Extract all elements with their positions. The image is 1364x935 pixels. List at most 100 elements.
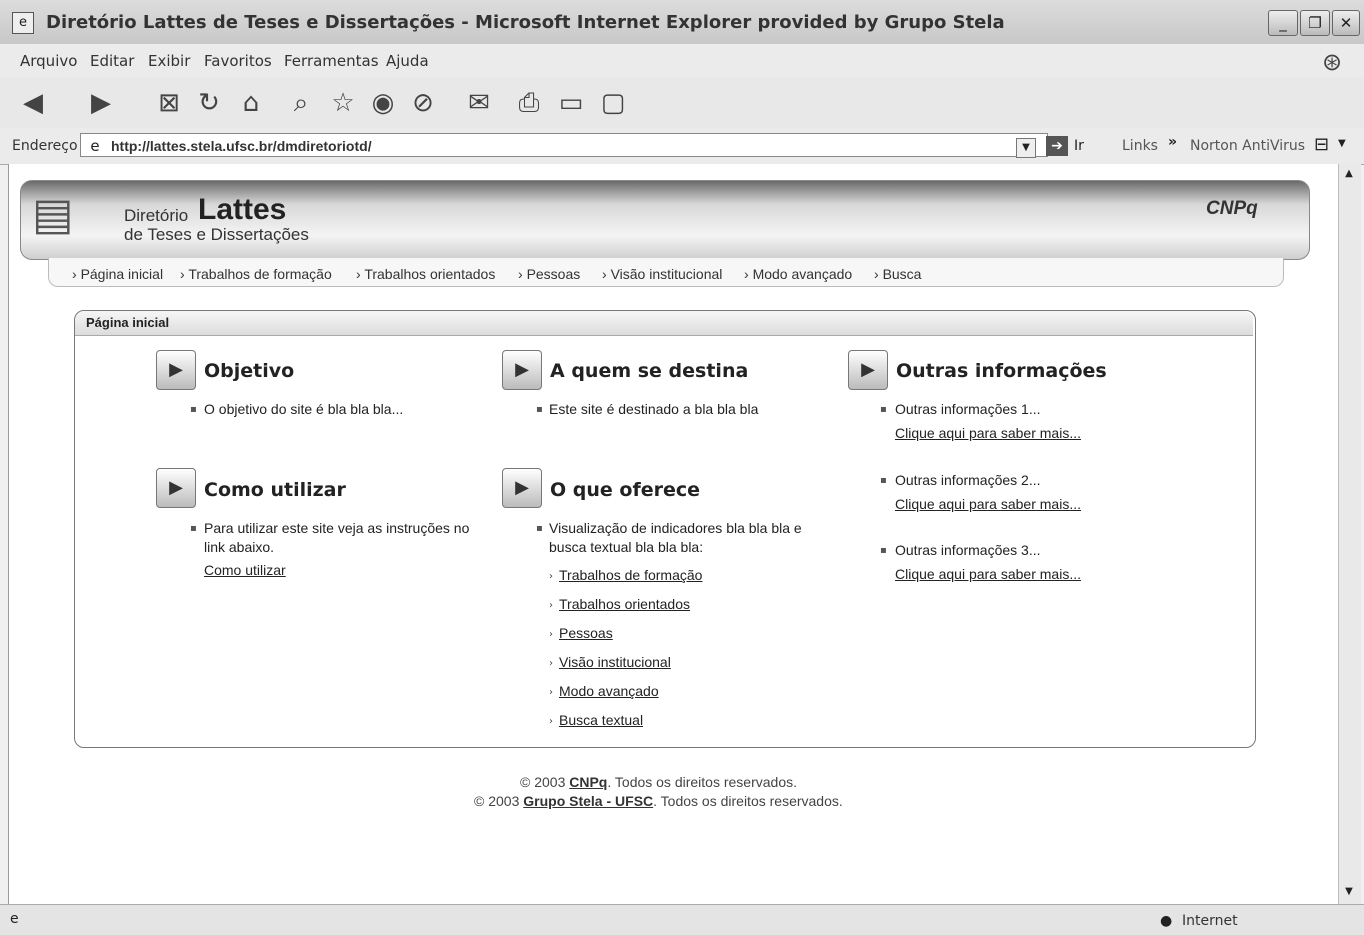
search-icon[interactable]: ⌕ [284, 86, 318, 120]
nav-label: Trabalhos orientados [364, 266, 496, 282]
nav-modo-avancado[interactable]: › Modo avançado [744, 266, 852, 282]
book-logo-icon: ▤ [32, 189, 74, 240]
brand-big: Lattes [198, 193, 287, 226]
footer-line-2: © 2003 Grupo Stela - UFSC. Todos os dire… [474, 793, 843, 809]
minimize-button[interactable]: _ [1268, 10, 1298, 36]
como-utilizar-text-2: link abaixo. [204, 539, 275, 555]
chevron-right-icon[interactable]: » [1168, 134, 1177, 150]
media-icon[interactable]: ◉ [366, 86, 400, 120]
como-utilizar-text-1: Para utilizar este site veja as instruçõ… [204, 520, 470, 536]
play-arrow-icon: ▶ [156, 468, 196, 508]
menu-arquivo[interactable]: Arquivo [20, 52, 77, 70]
forward-icon[interactable]: ▶ [84, 86, 118, 120]
oferece-link-trabalhos-orientados[interactable]: Trabalhos orientados [559, 596, 690, 612]
links-button[interactable]: Links [1122, 138, 1158, 154]
a-quem-text: Este site é destinado a bla bla bla [549, 401, 759, 417]
panel-title: Página inicial [86, 315, 170, 330]
play-arrow-icon: ▶ [502, 468, 542, 508]
mail-icon[interactable]: ✉ [462, 86, 496, 120]
bullet-icon: ▪ [880, 545, 887, 556]
nav-visao-institucional[interactable]: › Visão institucional [602, 266, 722, 282]
print-icon[interactable]: ⎙ [512, 86, 546, 120]
nav-label: Página inicial [80, 266, 164, 282]
bullet-icon: ▪ [190, 404, 197, 415]
footer-stela-link[interactable]: Grupo Stela - UFSC [523, 793, 653, 809]
oferece-link-busca-textual[interactable]: Busca textual [559, 712, 643, 728]
oferece-link-visao-institucional[interactable]: Visão institucional [559, 654, 671, 670]
ie-page-icon: e [90, 137, 100, 155]
outras-item-link[interactable]: Clique aqui para saber mais... [895, 566, 1081, 582]
outras-item-text: Outras informações 1... [895, 401, 1041, 417]
ie-page-icon: e [10, 911, 19, 927]
go-button[interactable]: Ir [1074, 138, 1084, 154]
oferece-text-2: busca textual bla bla bla: [549, 539, 704, 555]
outras-item-link[interactable]: Clique aqui para saber mais... [895, 496, 1081, 512]
outras-item-text: Outras informações 3... [895, 542, 1041, 558]
back-icon[interactable]: ◀ [16, 86, 50, 120]
oferece-text-1: Visualização de indicadores bla bla bla … [549, 520, 802, 536]
bullet-icon: ▪ [880, 475, 887, 486]
menu-bar: Arquivo Editar Exibir Favoritos Ferramen… [0, 44, 1364, 79]
window-title: Diretório Lattes de Teses e Dissertações… [46, 12, 1005, 33]
menu-exibir[interactable]: Exibir [148, 52, 190, 70]
edit-icon[interactable]: ▭ [554, 86, 588, 120]
history-icon[interactable]: ⊘ [406, 86, 440, 120]
section-title-como-utilizar: Como utilizar [204, 479, 346, 501]
outras-item-link[interactable]: Clique aqui para saber mais... [895, 425, 1081, 441]
nav-label: Trabalhos de formação [188, 266, 332, 282]
globe-icon: ● [1160, 913, 1173, 929]
arrow-right-icon: › [549, 716, 553, 727]
menu-favoritos[interactable]: Favoritos [204, 52, 272, 70]
nav-busca[interactable]: › Busca [874, 266, 921, 282]
arrow-right-icon: › [549, 658, 553, 669]
norton-icon[interactable]: ⊟ [1314, 134, 1329, 155]
footer-text: . Todos os direitos reservados. [653, 793, 843, 809]
address-dropdown-button[interactable]: ▼ [1016, 138, 1036, 158]
objetivo-text: O objetivo do site é bla bla bla... [204, 401, 404, 417]
windows-logo-icon: ⊛ [1322, 48, 1343, 76]
footer-text: © 2003 [474, 793, 524, 809]
menu-ajuda[interactable]: Ajuda [386, 52, 429, 70]
restore-button[interactable]: ❐ [1300, 10, 1330, 36]
scroll-up-icon[interactable]: ▲ [1341, 166, 1357, 182]
footer-line-1: © 2003 CNPq. Todos os direitos reservado… [520, 774, 797, 790]
nav-trabalhos-orientados[interactable]: › Trabalhos orientados [356, 266, 495, 282]
refresh-icon[interactable]: ↻ [192, 86, 226, 120]
menu-editar[interactable]: Editar [90, 52, 134, 70]
vertical-scrollbar[interactable]: ▲ ▼ [1338, 164, 1361, 904]
scroll-down-icon[interactable]: ▼ [1341, 884, 1357, 900]
nav-label: Visão institucional [610, 266, 723, 282]
nav-trabalhos-formacao[interactable]: › Trabalhos de formação [180, 266, 332, 282]
chevron-down-icon[interactable]: ▼ [1338, 138, 1346, 149]
arrow-right-icon: › [549, 600, 553, 611]
menu-ferramentas[interactable]: Ferramentas [284, 52, 379, 70]
ie-page-icon: e [12, 12, 34, 34]
nav-pagina-inicial[interactable]: › Página inicial [72, 266, 163, 282]
status-bar: e ● [0, 904, 1364, 935]
oferece-link-modo-avancado[interactable]: Modo avançado [559, 683, 659, 699]
section-title-outras: Outras informações [896, 360, 1107, 382]
discuss-icon[interactable]: ▢ [596, 86, 630, 120]
home-icon[interactable]: ⌂ [234, 86, 268, 120]
play-arrow-icon: ▶ [156, 350, 196, 390]
play-arrow-icon: ▶ [848, 350, 888, 390]
oferece-link-pessoas[interactable]: Pessoas [559, 625, 613, 641]
bullet-icon: ▪ [536, 404, 543, 415]
address-input[interactable]: http://lattes.stela.ufsc.br/dmdiretoriot… [80, 133, 1048, 157]
norton-antivirus-label[interactable]: Norton AntiVirus [1190, 138, 1305, 154]
footer-cnpq-link[interactable]: CNPq [569, 774, 607, 790]
nav-label: Busca [882, 266, 922, 282]
stop-icon[interactable]: ⊠ [152, 86, 186, 120]
go-arrow-icon[interactable]: ➔ [1046, 136, 1068, 156]
panel-header [75, 311, 1253, 336]
section-title-a-quem: A quem se destina [550, 360, 749, 382]
oferece-link-trabalhos-formacao[interactable]: Trabalhos de formação [559, 567, 702, 583]
play-arrow-icon: ▶ [502, 350, 542, 390]
close-button[interactable]: ✕ [1332, 10, 1360, 36]
cnpq-logo[interactable]: CNPq [1206, 198, 1258, 220]
favorites-icon[interactable]: ☆ [326, 86, 360, 120]
nav-label: Modo avançado [752, 266, 853, 282]
como-utilizar-link[interactable]: Como utilizar [204, 562, 286, 578]
bullet-icon: ▪ [880, 404, 887, 415]
nav-pessoas[interactable]: › Pessoas [518, 266, 580, 282]
